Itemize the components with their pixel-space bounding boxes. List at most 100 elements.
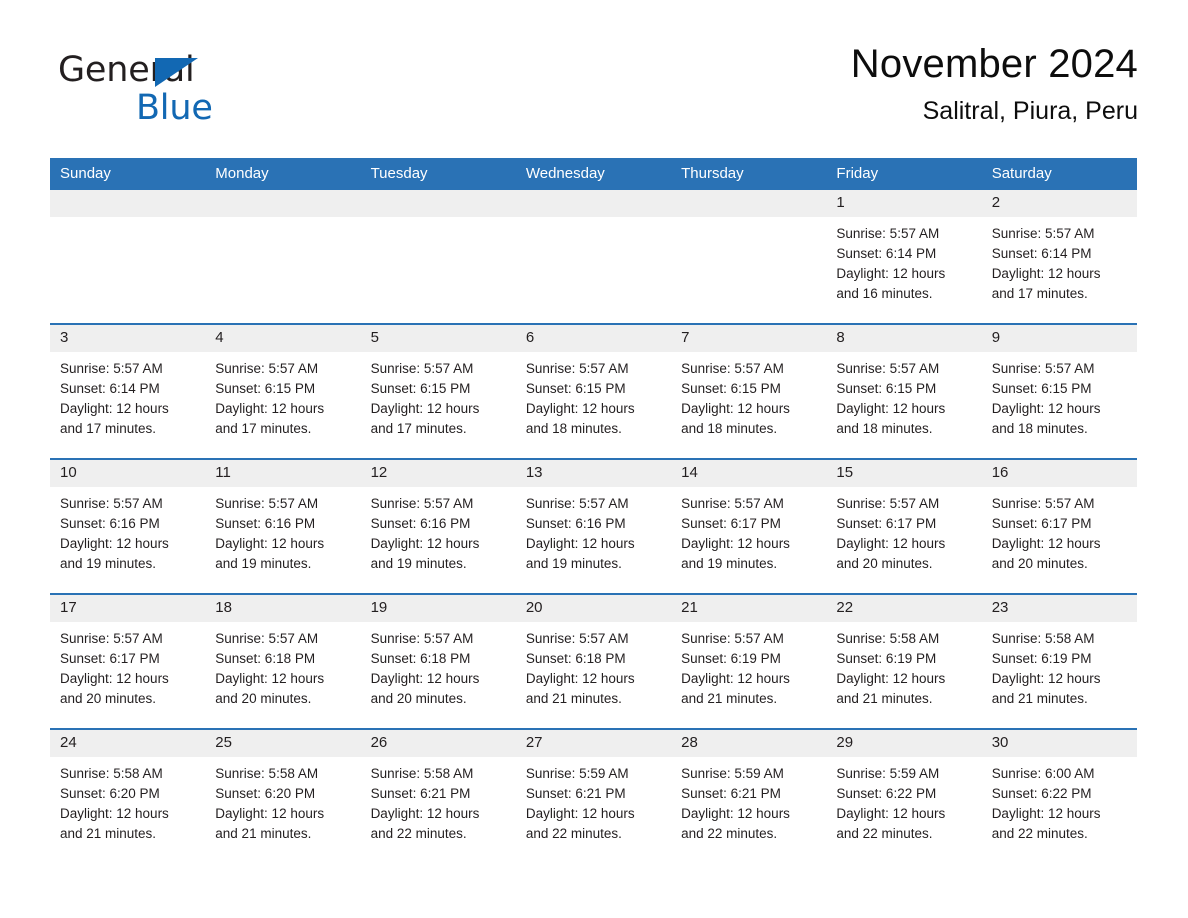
day-number: 15	[826, 460, 982, 487]
daylight-text-line1: Daylight: 12 hours	[60, 536, 169, 551]
day-cell-inner: 27 Sunrise: 5:59 AM Sunset: 6:21 PM Dayligh…	[515, 730, 672, 863]
sunset-text: Sunset: 6:22 PM	[991, 786, 1092, 801]
daylight-text-line2: and 17 minutes.	[370, 421, 467, 436]
calendar-day-cell[interactable]: 28 Sunrise: 5:59 AM Sunset: 6:21 PM Dayligh…	[671, 728, 827, 863]
calendar-week-row: 3 Sunrise: 5:57 AM Sunset: 6:14 PM Daylight…	[50, 323, 1137, 459]
calendar-day-cell[interactable]: 26 Sunrise: 5:58 AM Sunset: 6:21 PM Dayligh…	[360, 728, 516, 863]
sunset-text: Sunset: 6:15 PM	[991, 381, 1092, 396]
calendar-day-cell[interactable]: 21 Sunrise: 5:57 AM Sunset: 6:19 PM Dayligh…	[671, 593, 827, 729]
calendar-day-cell[interactable]: 12 Sunrise: 5:57 AM Sunset: 6:16 PM Dayligh…	[360, 458, 516, 594]
calendar-day-cell[interactable]: 6 Sunrise: 5:57 AM Sunset: 6:15 PM Daylight…	[515, 323, 672, 459]
calendar-week-row: 10 Sunrise: 5:57 AM Sunset: 6:16 PM Dayligh…	[50, 458, 1137, 594]
sunrise-text: Sunrise: 5:57 AM	[60, 631, 163, 646]
sunset-text: Sunset: 6:15 PM	[681, 381, 781, 396]
sunset-text: Sunset: 6:17 PM	[60, 651, 160, 666]
calendar-day-cell[interactable]: 27 Sunrise: 5:59 AM Sunset: 6:21 PM Dayligh…	[515, 728, 672, 863]
daylight-text-line2: and 20 minutes.	[836, 556, 933, 571]
general-blue-logo[interactable]: General Blue	[58, 50, 318, 136]
daylight-text-line1: Daylight: 12 hours	[681, 671, 790, 686]
calendar-day-cell[interactable]: 11 Sunrise: 5:57 AM Sunset: 6:16 PM Dayligh…	[205, 458, 361, 594]
calendar-day-cell[interactable]: 30 Sunrise: 6:00 AM Sunset: 6:22 PM Dayligh…	[981, 728, 1137, 863]
calendar-day-cell[interactable]: 23 Sunrise: 5:58 AM Sunset: 6:19 PM Dayligh…	[981, 593, 1137, 729]
day-cell-inner: 5 Sunrise: 5:57 AM Sunset: 6:15 PM Daylight…	[360, 325, 516, 458]
daylight-text-line2: and 18 minutes.	[836, 421, 933, 436]
sunset-text: Sunset: 6:16 PM	[370, 516, 471, 531]
sunrise-text: Sunrise: 5:57 AM	[991, 226, 1095, 241]
calendar-day-cell[interactable]: 4 Sunrise: 5:57 AM Sunset: 6:15 PM Daylight…	[205, 323, 361, 459]
calendar-day-cell[interactable]: 5 Sunrise: 5:57 AM Sunset: 6:15 PM Daylight…	[360, 323, 516, 459]
day-details: Sunrise: 5:57 AM Sunset: 6:14 PM Daylight:…	[826, 217, 981, 304]
calendar-day-cell[interactable]: 8 Sunrise: 5:57 AM Sunset: 6:15 PM Daylight…	[826, 323, 982, 459]
day-details: Sunrise: 5:57 AM Sunset: 6:15 PM Daylight:…	[516, 352, 671, 439]
day-cell-inner: 30 Sunrise: 6:00 AM Sunset: 6:22 PM Dayligh…	[981, 730, 1137, 863]
calendar-day-cell[interactable]: 24 Sunrise: 5:58 AM Sunset: 6:20 PM Dayligh…	[50, 728, 206, 863]
sunset-text: Sunset: 6:16 PM	[525, 516, 626, 531]
sunrise-text: Sunrise: 5:57 AM	[525, 361, 629, 376]
daylight-text-line1: Daylight: 12 hours	[991, 401, 1101, 416]
day-cell-inner: 4 Sunrise: 5:57 AM Sunset: 6:15 PM Daylight…	[205, 325, 361, 458]
sunset-text: Sunset: 6:21 PM	[525, 786, 626, 801]
day-cell-inner: 20 Sunrise: 5:57 AM Sunset: 6:18 PM Dayligh…	[515, 595, 672, 728]
daylight-text-line1: Daylight: 12 hours	[215, 671, 325, 686]
day-details: Sunrise: 5:57 AM Sunset: 6:14 PM Daylight:…	[982, 217, 1137, 304]
sunset-text: Sunset: 6:18 PM	[215, 651, 316, 666]
calendar-day-cell[interactable]: 9 Sunrise: 5:57 AM Sunset: 6:15 PM Daylight…	[981, 323, 1137, 459]
daylight-text-line2: and 21 minutes.	[525, 691, 622, 706]
sunset-text: Sunset: 6:20 PM	[60, 786, 160, 801]
calendar-day-cell[interactable]: 20 Sunrise: 5:57 AM Sunset: 6:18 PM Dayligh…	[515, 593, 672, 729]
daylight-text-line2: and 21 minutes.	[991, 691, 1088, 706]
sunrise-text: Sunrise: 5:57 AM	[991, 496, 1095, 511]
calendar-day-cell[interactable]: 25 Sunrise: 5:58 AM Sunset: 6:20 PM Dayligh…	[205, 728, 361, 863]
day-number: 20	[515, 595, 672, 622]
day-cell-inner: 24 Sunrise: 5:58 AM Sunset: 6:20 PM Dayligh…	[50, 730, 206, 863]
sunset-text: Sunset: 6:18 PM	[525, 651, 626, 666]
calendar-day-cell[interactable]: 22 Sunrise: 5:58 AM Sunset: 6:19 PM Dayligh…	[826, 593, 982, 729]
daylight-text-line1: Daylight: 12 hours	[991, 806, 1101, 821]
day-details: Sunrise: 5:58 AM Sunset: 6:19 PM Daylight:…	[826, 622, 981, 709]
day-number: 4	[205, 325, 361, 352]
calendar-day-cell[interactable]: 2 Sunrise: 5:57 AM Sunset: 6:14 PM Daylight…	[981, 190, 1137, 324]
day-number: 3	[50, 325, 206, 352]
day-number: 12	[360, 460, 516, 487]
day-details: Sunrise: 5:57 AM Sunset: 6:15 PM Daylight:…	[982, 352, 1137, 439]
day-number: 9	[981, 325, 1137, 352]
daylight-text-line2: and 19 minutes.	[60, 556, 157, 571]
calendar-day-cell[interactable]: 3 Sunrise: 5:57 AM Sunset: 6:14 PM Daylight…	[50, 323, 206, 459]
day-number	[360, 190, 516, 217]
daylight-text-line2: and 22 minutes.	[991, 826, 1088, 841]
calendar-day-cell[interactable]: 29 Sunrise: 5:59 AM Sunset: 6:22 PM Dayligh…	[826, 728, 982, 863]
calendar-day-cell[interactable]: 18 Sunrise: 5:57 AM Sunset: 6:18 PM Dayligh…	[205, 593, 361, 729]
calendar-day-cell[interactable]: 7 Sunrise: 5:57 AM Sunset: 6:15 PM Daylight…	[671, 323, 827, 459]
calendar-day-cell[interactable]: 1 Sunrise: 5:57 AM Sunset: 6:14 PM Daylight…	[826, 190, 982, 324]
calendar-empty-cell	[205, 190, 361, 324]
daylight-text-line1: Daylight: 12 hours	[370, 536, 480, 551]
day-number: 10	[50, 460, 206, 487]
day-cell-inner: 7 Sunrise: 5:57 AM Sunset: 6:15 PM Daylight…	[671, 325, 827, 458]
day-number	[671, 190, 827, 217]
daylight-text-line2: and 22 minutes.	[370, 826, 467, 841]
daylight-text-line2: and 21 minutes.	[836, 691, 933, 706]
daylight-text-line2: and 17 minutes.	[60, 421, 157, 436]
calendar-day-cell[interactable]: 10 Sunrise: 5:57 AM Sunset: 6:16 PM Dayligh…	[50, 458, 206, 594]
sunrise-text: Sunrise: 5:59 AM	[836, 766, 940, 781]
page-subtitle: Salitral, Piura, Peru	[922, 97, 1138, 125]
day-cell-inner: 22 Sunrise: 5:58 AM Sunset: 6:19 PM Dayligh…	[826, 595, 982, 728]
calendar-day-cell[interactable]: 17 Sunrise: 5:57 AM Sunset: 6:17 PM Dayligh…	[50, 593, 206, 729]
day-number: 30	[981, 730, 1137, 757]
sunrise-text: Sunrise: 5:57 AM	[370, 631, 474, 646]
day-number: 2	[981, 190, 1137, 217]
daylight-text-line2: and 19 minutes.	[370, 556, 467, 571]
day-number: 23	[981, 595, 1137, 622]
day-details: Sunrise: 5:57 AM Sunset: 6:15 PM Daylight:…	[361, 352, 516, 439]
calendar-day-cell[interactable]: 13 Sunrise: 5:57 AM Sunset: 6:16 PM Dayligh…	[515, 458, 672, 594]
sunset-text: Sunset: 6:14 PM	[836, 246, 937, 261]
daylight-text-line2: and 17 minutes.	[215, 421, 312, 436]
day-number: 26	[360, 730, 516, 757]
calendar-day-cell[interactable]: 19 Sunrise: 5:57 AM Sunset: 6:18 PM Dayligh…	[360, 593, 516, 729]
calendar-day-cell[interactable]: 16 Sunrise: 5:57 AM Sunset: 6:17 PM Dayligh…	[981, 458, 1137, 594]
daylight-text-line2: and 19 minutes.	[525, 556, 622, 571]
calendar-day-cell[interactable]: 14 Sunrise: 5:57 AM Sunset: 6:17 PM Dayligh…	[671, 458, 827, 594]
sunset-text: Sunset: 6:19 PM	[991, 651, 1092, 666]
calendar-day-cell[interactable]: 15 Sunrise: 5:57 AM Sunset: 6:17 PM Dayligh…	[826, 458, 982, 594]
day-cell-inner	[671, 190, 827, 323]
